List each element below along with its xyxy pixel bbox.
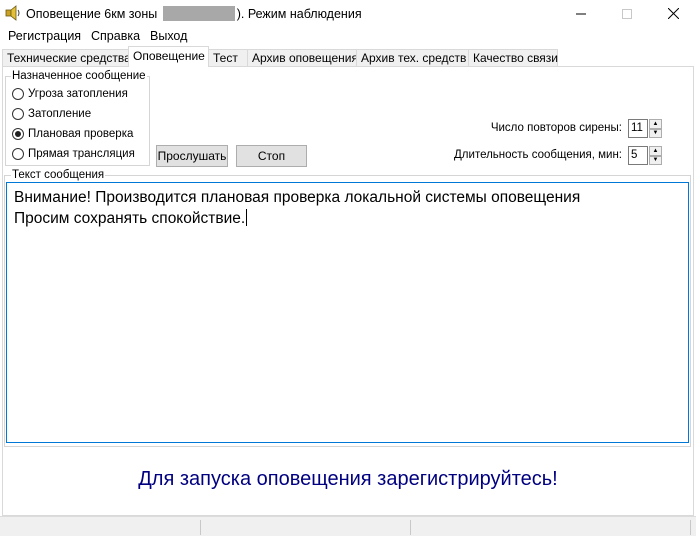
close-icon	[667, 8, 679, 19]
message-duration-label: Длительность сообщения, мин:	[454, 149, 622, 161]
tab-test[interactable]: Тест	[208, 49, 248, 66]
radio-circle[interactable]	[12, 88, 24, 100]
spin-up-icon[interactable]: ▲	[649, 146, 662, 156]
radio-live-broadcast[interactable]: Прямая трансляция	[12, 146, 135, 162]
menu-registration[interactable]: Регистрация	[8, 29, 81, 43]
register-to-start-note: Для запуска оповещения зарегистрируйтесь…	[138, 468, 558, 490]
title-bar: Оповещение 6км зоны ). Режим наблюдения	[0, 0, 696, 27]
spin-up-icon[interactable]: ▲	[649, 119, 662, 129]
radio-circle[interactable]	[12, 108, 24, 120]
radio-label: Затопление	[28, 108, 92, 120]
siren-repeats-spinner[interactable]: ▲ ▼	[649, 119, 662, 138]
menu-bar: Регистрация Справка Выход	[0, 27, 696, 46]
radio-flooding[interactable]: Затопление	[12, 106, 91, 122]
window-title: Оповещение 6км зоны ). Режим наблюдения	[26, 6, 362, 21]
message-line-2: Просим сохранять спокойствие.	[14, 210, 246, 227]
maximize-button[interactable]	[604, 0, 650, 27]
tab-technical-means[interactable]: Технические средства	[2, 49, 131, 66]
tab-notification[interactable]: Оповещение	[128, 46, 209, 67]
spin-down-icon[interactable]: ▼	[649, 128, 662, 138]
text-caret	[246, 209, 248, 226]
menu-exit[interactable]: Выход	[150, 29, 187, 43]
redacted-zone-name	[162, 6, 235, 21]
status-separator	[410, 520, 411, 535]
message-duration-input[interactable]: 5	[628, 146, 648, 165]
status-bar	[0, 516, 696, 536]
radio-flood-threat[interactable]: Угроза затопления	[12, 86, 128, 102]
message-text-title: Текст сообщения	[11, 169, 106, 181]
tab-tech-archive[interactable]: Архив тех. средств	[356, 49, 469, 66]
tab-link-quality[interactable]: Качество связи	[468, 49, 558, 66]
radio-label: Плановая проверка	[28, 128, 134, 140]
maximize-icon	[622, 8, 632, 19]
message-duration-spinner[interactable]: ▲ ▼	[649, 146, 662, 165]
minimize-button[interactable]	[558, 0, 604, 27]
siren-speaker-icon	[5, 5, 20, 21]
stop-button[interactable]: Стоп	[236, 145, 307, 167]
listen-button[interactable]: Прослушать	[156, 145, 228, 167]
radio-circle[interactable]	[12, 148, 24, 160]
tab-notification-archive[interactable]: Архив оповещения	[247, 49, 358, 66]
radio-label: Прямая трансляция	[28, 148, 135, 160]
menu-help[interactable]: Справка	[91, 29, 140, 43]
status-separator	[690, 520, 691, 535]
siren-repeats-input[interactable]: 11	[628, 119, 648, 138]
radio-scheduled-check[interactable]: Плановая проверка	[12, 126, 133, 142]
radio-label: Угроза затопления	[28, 88, 128, 100]
spin-down-icon[interactable]: ▼	[649, 155, 662, 165]
message-textarea[interactable]: Внимание! Производится плановая проверка…	[6, 182, 689, 443]
close-button[interactable]	[650, 0, 696, 27]
assigned-message-title: Назначенное сообщение	[11, 70, 147, 82]
tab-strip: Технические средства Оповещение Тест Арх…	[0, 46, 696, 67]
siren-repeats-label: Число повторов сирены:	[490, 122, 622, 134]
status-separator	[200, 520, 201, 535]
message-line-1: Внимание! Производится плановая проверка…	[14, 189, 581, 206]
radio-circle-checked[interactable]	[12, 128, 24, 140]
minimize-icon	[576, 13, 586, 14]
